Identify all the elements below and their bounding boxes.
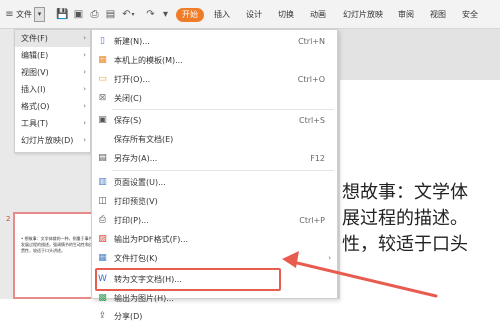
slide-text-line: 性，较适于口头	[342, 234, 468, 255]
submenu-item-print-preview[interactable]: ◫ 打印预览(V)	[92, 192, 337, 211]
submenu-item-save[interactable]: ▣ 保存(S) Ctrl+S	[92, 111, 337, 130]
chevron-right-icon: ›	[83, 34, 86, 42]
menu-item-label: 编辑(E)	[21, 51, 49, 60]
shortcut-text: Ctrl+O	[297, 75, 325, 84]
chevron-right-icon: ›	[83, 102, 86, 110]
submenu-item-open[interactable]: ▭ 打开(O)... Ctrl+O	[92, 70, 337, 89]
submenu-item-export-pdf[interactable]: ▨ 输出为PDF格式(F)...	[92, 230, 337, 249]
menu-item-tools[interactable]: 工具(T) ›	[15, 115, 90, 132]
menu-item-label: 插入(I)	[21, 85, 46, 94]
submenu-item-label: 关闭(C)	[114, 94, 142, 103]
tab-review[interactable]: 审阅	[398, 8, 414, 22]
submenu-item-label: 打开(O)...	[114, 75, 151, 84]
save-as-icon: ▤	[98, 153, 107, 163]
menu-divider	[112, 170, 334, 171]
chevron-right-icon: ›	[83, 85, 86, 93]
submenu-item-label: 页面设置(U)...	[114, 178, 166, 187]
menu-item-slideshow[interactable]: 幻灯片放映(D) ›	[15, 132, 90, 149]
package-icon: ▦	[98, 253, 107, 263]
menu-divider	[112, 109, 334, 110]
file-submenu: ▯ 新建(N)... Ctrl+N ▦ 本机上的模板(M)... ▭ 打开(O)…	[91, 29, 338, 321]
slide-thumbnail[interactable]: • 想故事：文学体裁的一种，侧重于事件发展过程的描述。强调情节的生动性和连贯性，…	[13, 212, 93, 299]
menu-item-label: 幻灯片放映(D)	[21, 136, 74, 145]
submenu-item-print[interactable]: ⎙ 打印(P)... Ctrl+P	[92, 211, 337, 230]
submenu-item-local-template[interactable]: ▦ 本机上的模板(M)...	[92, 51, 337, 70]
submenu-item-label: 打印(P)...	[114, 216, 149, 225]
shortcut-text: F12	[310, 154, 325, 163]
shortcut-text: Ctrl+N	[298, 37, 325, 46]
menu-item-format[interactable]: 格式(O) ›	[15, 98, 90, 115]
tab-transition[interactable]: 切换	[278, 8, 294, 22]
chevron-right-icon: ›	[83, 51, 86, 59]
tab-design[interactable]: 设计	[246, 8, 262, 22]
ribbon-toolbar: ≡ 文件 ▾ 💾 ▣ ⎙ ▤ ↶ ▾ ↷ ▾ 开始 插入 设计 切换 动画 幻灯…	[0, 0, 500, 29]
print-icon: ⎙	[98, 215, 107, 225]
export-pdf-icon[interactable]: ▤	[105, 9, 116, 20]
close-icon: ⊠	[98, 93, 107, 103]
slide-text-line: 展过程的描述。	[342, 208, 468, 229]
submenu-item-label: 另存为(A)...	[114, 154, 158, 163]
menu-item-insert[interactable]: 插入(I) ›	[15, 81, 90, 98]
print-preview-icon[interactable]: ▣	[73, 9, 84, 20]
submenu-item-save-all[interactable]: 保存所有文档(E)	[92, 130, 337, 149]
tab-insert[interactable]: 插入	[214, 8, 230, 22]
submenu-item-label: 新建(N)...	[114, 37, 150, 46]
shortcut-text: Ctrl+P	[299, 216, 325, 225]
menu-item-file[interactable]: 文件(F) ›	[15, 30, 90, 47]
tab-security[interactable]: 安全	[462, 8, 478, 22]
submenu-item-label: 本机上的模板(M)...	[114, 56, 183, 65]
submenu-item-label: 文件打包(K)	[114, 254, 158, 263]
redo-icon[interactable]: ↷	[145, 9, 156, 20]
submenu-item-label: 打印预览(V)	[114, 197, 158, 206]
submenu-item-label: 保存所有文档(E)	[114, 135, 174, 144]
menu-item-label: 视图(V)	[21, 68, 49, 77]
submenu-item-label: 输出为PDF格式(F)...	[114, 235, 189, 244]
submenu-item-page-setup[interactable]: ▥ 页面设置(U)...	[92, 173, 337, 192]
menu-item-label: 工具(T)	[21, 119, 49, 128]
chevron-right-icon: ›	[83, 136, 86, 144]
menu-item-label: 文件(F)	[21, 34, 48, 43]
page-setup-icon: ▥	[98, 177, 107, 187]
print-icon[interactable]: ⎙	[89, 9, 100, 20]
submenu-item-package[interactable]: ▦ 文件打包(K) ›	[92, 249, 337, 268]
slide-text-line: 想故事：文学体	[342, 182, 468, 203]
thumbnail-text: • 想故事：文学体裁的一种，侧重于事件发展过程的描述。强调情节的生动性和连贯性，…	[21, 236, 93, 253]
slide-number: 2	[6, 215, 11, 223]
tab-view[interactable]: 视图	[430, 8, 446, 22]
file-dropdown-arrow-icon[interactable]: ▾	[34, 7, 45, 22]
menu-item-view[interactable]: 视图(V) ›	[15, 64, 90, 81]
submenu-item-label: 分享(D)	[114, 312, 143, 321]
pdf-icon: ▨	[98, 234, 107, 244]
tab-animation[interactable]: 动画	[310, 8, 326, 22]
new-file-icon: ▯	[100, 36, 105, 46]
menu-item-label: 格式(O)	[21, 102, 50, 111]
save-icon: ▣	[98, 115, 107, 125]
slide-body-text[interactable]: 想故事：文学体 展过程的描述。 性，较适于口头	[342, 180, 500, 258]
chevron-right-icon: ›	[83, 68, 86, 76]
highlight-box	[95, 268, 281, 291]
shortcut-text: Ctrl+S	[298, 116, 325, 125]
file-main-menu: 文件(F) › 编辑(E) › 视图(V) › 插入(I) › 格式(O) › …	[14, 29, 91, 153]
more-icon[interactable]: ▾	[160, 9, 171, 20]
open-folder-icon: ▭	[98, 74, 107, 84]
print-preview-icon: ◫	[98, 196, 107, 206]
share-icon: ⇪	[98, 311, 107, 321]
save-icon[interactable]: 💾	[56, 9, 68, 20]
submenu-item-label: 保存(S)	[114, 116, 142, 125]
submenu-item-save-as[interactable]: ▤ 另存为(A)... F12	[92, 149, 337, 168]
template-icon: ▦	[98, 55, 107, 65]
undo-dropdown-icon[interactable]: ▾	[130, 9, 136, 20]
file-menu-button[interactable]: 文件	[16, 8, 32, 22]
submenu-item-new[interactable]: ▯ 新建(N)... Ctrl+N	[92, 32, 337, 51]
tab-slideshow[interactable]: 幻灯片放映	[343, 8, 383, 22]
menu-icon[interactable]: ≡	[4, 9, 15, 20]
submenu-item-share[interactable]: ⇪ 分享(D)	[92, 307, 337, 326]
menu-item-edit[interactable]: 编辑(E) ›	[15, 47, 90, 64]
tab-start[interactable]: 开始	[176, 8, 204, 22]
chevron-right-icon: ›	[328, 254, 331, 262]
chevron-right-icon: ›	[83, 119, 86, 127]
submenu-item-close[interactable]: ⊠ 关闭(C)	[92, 89, 337, 108]
